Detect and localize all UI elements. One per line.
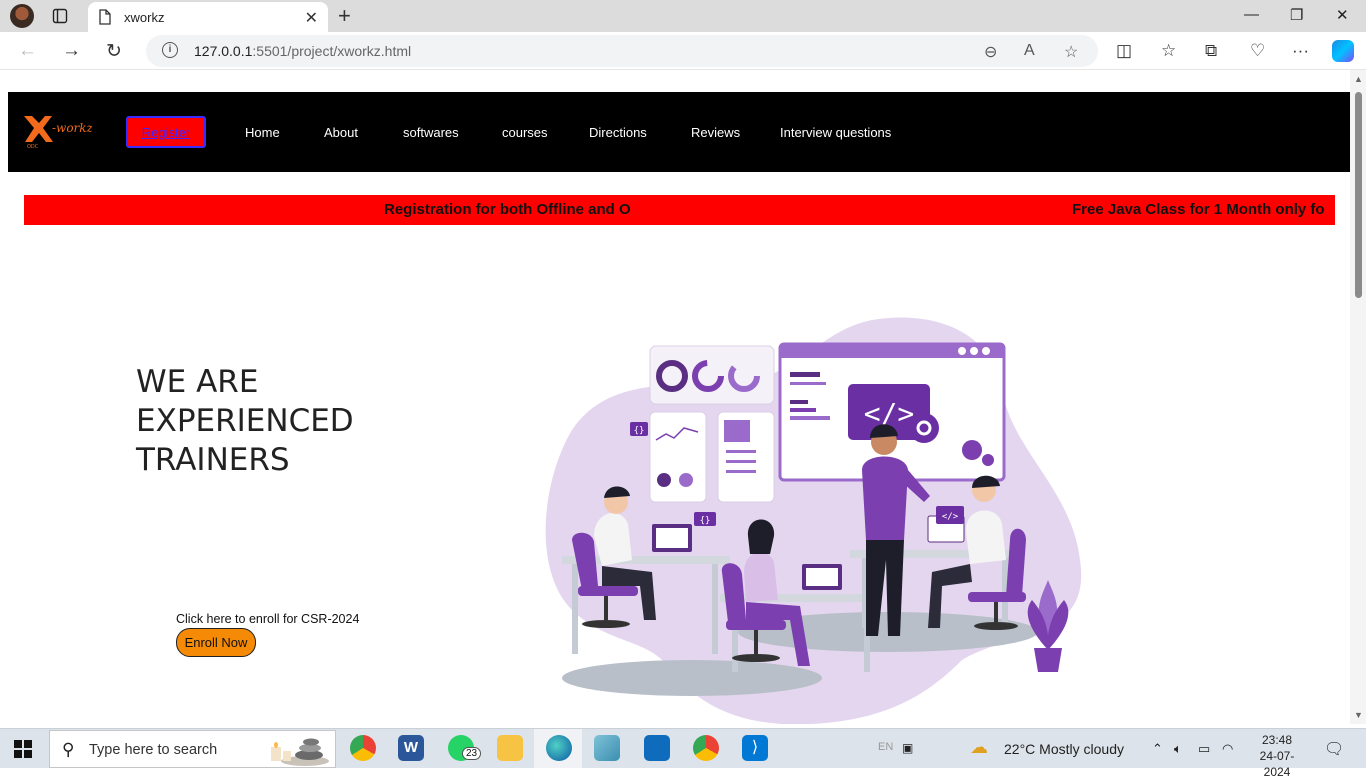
nav-home[interactable]: Home: [245, 125, 280, 140]
windows-taskbar: ⚲ Type here to search W 23 ⟩ EN ▣ ☁ 22°C…: [0, 728, 1366, 779]
copilot-icon[interactable]: [1332, 40, 1354, 62]
nav-about[interactable]: About: [324, 125, 358, 140]
enroll-now-button[interactable]: Enroll Now: [176, 628, 256, 657]
chrome-icon[interactable]: [350, 735, 376, 761]
notifications-icon[interactable]: 🗨︎: [1324, 739, 1344, 759]
developers-illustration: </> {} {} </>: [545, 317, 1082, 724]
tab-actions-icon[interactable]: [50, 6, 70, 26]
browser-toolbar: ← → ↻ i 127.0.0.1:5501/project/xworkz.ht…: [0, 32, 1366, 70]
svg-text:</>: </>: [864, 397, 915, 430]
search-placeholder: Type here to search: [89, 742, 218, 758]
chrome-profile-icon[interactable]: [693, 735, 719, 761]
language-indicator[interactable]: EN: [878, 741, 893, 753]
refresh-icon[interactable]: ↻: [106, 40, 122, 63]
weather-text[interactable]: 22°C Mostly cloudy: [1004, 741, 1124, 757]
register-button[interactable]: Register: [126, 116, 206, 148]
nav-reviews[interactable]: Reviews: [691, 125, 740, 140]
profile-avatar[interactable]: [10, 4, 34, 28]
page-scrollbar[interactable]: ▲ ▼: [1350, 70, 1366, 724]
more-menu-icon[interactable]: ···: [1292, 41, 1309, 61]
address-bar[interactable]: i 127.0.0.1:5501/project/xworkz.html ⊖ A…: [146, 35, 1098, 67]
tray-chevron-icon[interactable]: ⌃: [1152, 741, 1163, 757]
vscode-icon[interactable]: ⟩: [742, 735, 768, 761]
enroll-caption: Click here to enroll for CSR-2024: [176, 612, 360, 626]
scrollbar-thumb[interactable]: [1355, 92, 1362, 298]
whatsapp-badge: 23: [462, 747, 482, 760]
url-text[interactable]: 127.0.0.1:5501/project/xworkz.html: [194, 43, 411, 59]
nav-interview-questions[interactable]: Interview questions: [780, 125, 891, 140]
svg-text:-workz: -workz: [52, 121, 92, 135]
favorite-star-icon[interactable]: ☆: [1064, 42, 1078, 62]
back-icon[interactable]: ←: [18, 40, 37, 62]
page-icon: [98, 9, 112, 30]
tab-close-icon[interactable]: ✕: [305, 8, 318, 28]
site-navbar: -workz ODC Register Home About softwares…: [8, 92, 1351, 172]
forward-icon[interactable]: →: [62, 40, 81, 62]
word-icon[interactable]: W: [398, 735, 424, 761]
zoom-out-icon[interactable]: ⊖: [984, 42, 997, 62]
notification-app-icon[interactable]: ▣: [902, 741, 913, 755]
page-viewport: -workz ODC Register Home About softwares…: [0, 70, 1366, 724]
minimize-icon[interactable]: —: [1244, 6, 1259, 23]
svg-text:{}: {}: [700, 516, 711, 526]
nav-softwares[interactable]: softwares: [403, 125, 459, 140]
window-close-icon[interactable]: ✕: [1336, 6, 1349, 24]
nav-directions[interactable]: Directions: [589, 125, 647, 140]
system-clock[interactable]: 23:48 24-07-2024: [1247, 732, 1307, 780]
taskbar-search[interactable]: ⚲ Type here to search: [49, 730, 336, 768]
site-info-icon[interactable]: i: [162, 42, 178, 58]
marquee-item: Registration for both Offline and O: [384, 201, 631, 218]
read-aloud-icon[interactable]: A: [1024, 42, 1035, 60]
search-highlight-art: [271, 738, 329, 766]
weather-icon[interactable]: ☁: [970, 737, 988, 758]
edge-icon[interactable]: [546, 735, 572, 761]
file-explorer-icon[interactable]: [497, 735, 523, 761]
favorites-icon[interactable]: ☆: [1161, 41, 1176, 61]
restore-icon[interactable]: ❐: [1290, 6, 1303, 24]
svg-text:</>: </>: [942, 512, 959, 522]
nav-courses[interactable]: courses: [502, 125, 548, 140]
xworkz-logo[interactable]: -workz ODC: [22, 112, 94, 150]
marquee-item: Free Java Class for 1 Month only fo: [1072, 201, 1325, 218]
mail-icon[interactable]: [644, 735, 670, 761]
announcement-marquee: Registration for both Offline and O Free…: [24, 195, 1335, 225]
browser-essentials-icon[interactable]: ♡: [1250, 41, 1265, 61]
wifi-icon[interactable]: ◠: [1222, 741, 1233, 757]
notepad-icon[interactable]: [594, 735, 620, 761]
split-screen-icon[interactable]: ◫: [1116, 41, 1132, 61]
tab-title: xworkz: [124, 10, 165, 25]
scroll-down-icon[interactable]: ▼: [1354, 710, 1363, 720]
svg-text:ODC: ODC: [27, 144, 39, 148]
battery-icon[interactable]: ▭: [1198, 741, 1210, 757]
browser-tab[interactable]: xworkz ✕: [88, 2, 328, 32]
volume-icon[interactable]: 🔈︎: [1174, 741, 1182, 757]
search-icon: ⚲: [62, 740, 75, 759]
windows-start-icon[interactable]: [14, 740, 32, 758]
svg-text:{}: {}: [634, 426, 645, 436]
collections-icon[interactable]: ⧉: [1205, 41, 1217, 61]
browser-tab-bar: xworkz ✕ + — ❐ ✕: [0, 0, 1366, 32]
scroll-up-icon[interactable]: ▲: [1354, 74, 1363, 84]
new-tab-icon[interactable]: +: [338, 3, 351, 29]
hero-title: WE ARE EXPERIENCED TRAINERS: [136, 364, 354, 478]
